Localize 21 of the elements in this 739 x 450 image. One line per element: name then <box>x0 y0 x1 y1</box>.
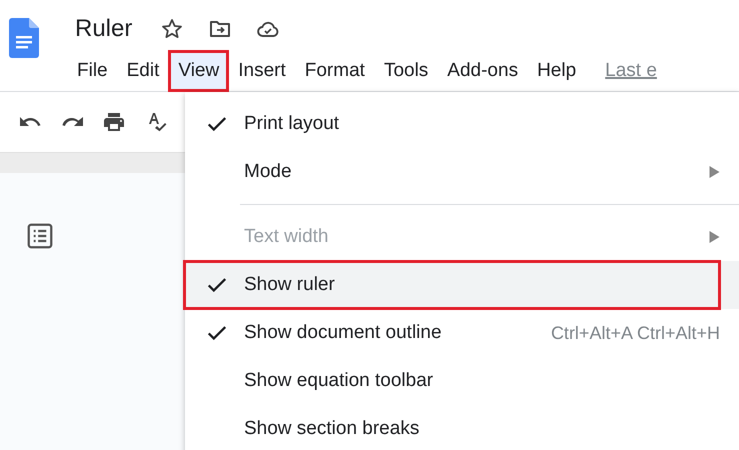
print-icon[interactable] <box>102 110 126 134</box>
menu-option[interactable]: Show equation toolbar <box>185 357 739 405</box>
shortcut-text: Ctrl+Alt+A Ctrl+Alt+H <box>550 322 720 344</box>
menu-item[interactable]: File <box>67 50 118 92</box>
menu-item[interactable]: Tools <box>374 50 438 92</box>
menu-option[interactable]: Show ruler <box>185 261 739 309</box>
star-icon[interactable] <box>160 16 184 40</box>
menu-item[interactable]: Format <box>294 50 375 92</box>
document-outline-icon[interactable] <box>25 221 55 251</box>
menu-item[interactable]: Help <box>527 50 586 92</box>
document-title[interactable]: Ruler <box>75 14 132 42</box>
last-edit-link[interactable]: Last e <box>605 60 657 82</box>
menu-option[interactable]: Mode <box>185 148 739 196</box>
menu-item[interactable]: View <box>168 50 230 92</box>
menu-item[interactable]: Add-ons <box>437 50 528 92</box>
menu-item[interactable]: Edit <box>116 50 170 92</box>
menu-option[interactable]: Show document outline Ctrl+Alt+A Ctrl+Alt+H <box>185 309 739 357</box>
docs-logo-icon[interactable] <box>9 18 39 58</box>
menu-item[interactable]: Insert <box>228 50 296 92</box>
menu-option[interactable]: Show section breaks <box>185 405 739 450</box>
menu-option[interactable]: Print layout <box>185 100 739 148</box>
